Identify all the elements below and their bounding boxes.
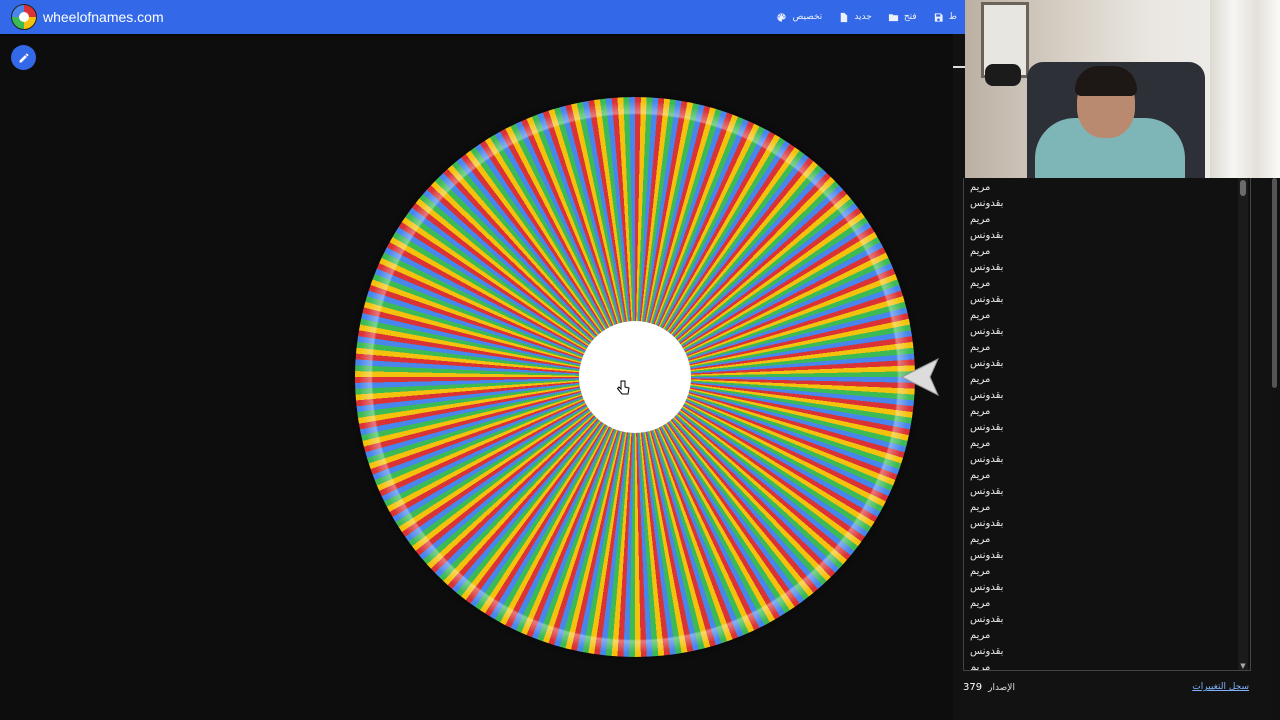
entry-item: بقدونس [970,390,1004,401]
entry-item: مريم [970,438,991,449]
entry-item: بقدونس [970,358,1004,369]
entry-item: مريم [970,566,991,577]
menu-open-button[interactable]: فتح [880,12,925,23]
entry-item: مريم [970,310,991,321]
palette-icon [777,12,787,22]
site-title[interactable]: wheelofnames.com [43,9,164,25]
person-hair [1075,66,1137,96]
microphone [985,64,1021,86]
entry-item: مريم [970,406,991,417]
menu-new-label: جديد [854,12,872,22]
version-number: 379 [963,682,983,693]
entry-item: مريم [970,182,991,193]
entries-scrollbar[interactable]: ▼ [1238,178,1248,670]
entry-item: مريم [970,374,991,385]
entry-item: بقدونس [970,198,1004,209]
pencil-icon [19,52,28,62]
version-label: الإصدار [988,682,1015,693]
menu-save-label: ط [948,12,957,22]
page-scrollbar[interactable] [1270,178,1280,720]
page-scroll-thumb[interactable] [1272,178,1277,388]
spin-wheel[interactable] [355,97,915,657]
curtain [1210,0,1280,178]
entry-item: بقدونس [970,230,1004,241]
entry-item: مريم [970,246,991,257]
entry-item: بقدونس [970,486,1004,497]
entry-item: مريم [970,278,991,289]
entry-item: مريم [970,662,991,671]
folder-icon [888,13,898,21]
menu-customize-button[interactable]: تخصيص [768,12,830,23]
entry-item: مريم [970,342,991,353]
entry-item: مريم [970,502,991,513]
entry-item: بقدونس [970,294,1004,305]
sidebar-footer: 379 الإصدار سجل التغييرات [963,682,1253,698]
menu-customize-label: تخصيص [792,12,823,22]
wheel-logo-icon[interactable] [11,4,37,30]
top-menu: تخصيص جديد فتح ط [768,0,965,34]
entry-item: مريم [970,630,991,641]
entry-item: مريم [970,598,991,609]
entry-item: بقدونس [970,614,1004,625]
entry-item: بقدونس [970,326,1004,337]
menu-save-button[interactable]: ط [925,12,965,23]
entry-item: بقدونس [970,422,1004,433]
save-icon [934,12,943,22]
wheel-pointer-icon [900,357,940,397]
divider [953,66,965,68]
hand-cursor-icon [616,380,630,395]
edit-button[interactable] [11,45,36,70]
entry-item: مريم [970,470,991,481]
entry-item: بقدونس [970,582,1004,593]
file-icon [841,12,848,22]
menu-new-button[interactable]: جديد [830,12,880,23]
entries-scroll-thumb[interactable] [1240,180,1246,196]
entry-item: بقدونس [970,518,1004,529]
wheel-center-hub[interactable] [579,321,691,433]
entries-textarea[interactable]: مريم بقدونس مريم بقدونس مريم بقدونس مريم بقدونس… [963,178,1251,671]
version-info: 379 الإصدار [963,682,1015,693]
menu-open-label: فتح [903,12,917,22]
entry-item: بقدونس [970,646,1004,657]
webcam-overlay [965,0,1280,178]
scroll-down-icon[interactable]: ▼ [1239,662,1247,670]
entry-item: بقدونس [970,550,1004,561]
top-bar: wheelofnames.com تخصيص جديد فتح ط [0,0,965,34]
changelog-link[interactable]: سجل التغييرات [1192,682,1249,692]
entry-item: مريم [970,214,991,225]
entry-item: بقدونس [970,262,1004,273]
entry-item: مريم [970,534,991,545]
entry-item: بقدونس [970,454,1004,465]
